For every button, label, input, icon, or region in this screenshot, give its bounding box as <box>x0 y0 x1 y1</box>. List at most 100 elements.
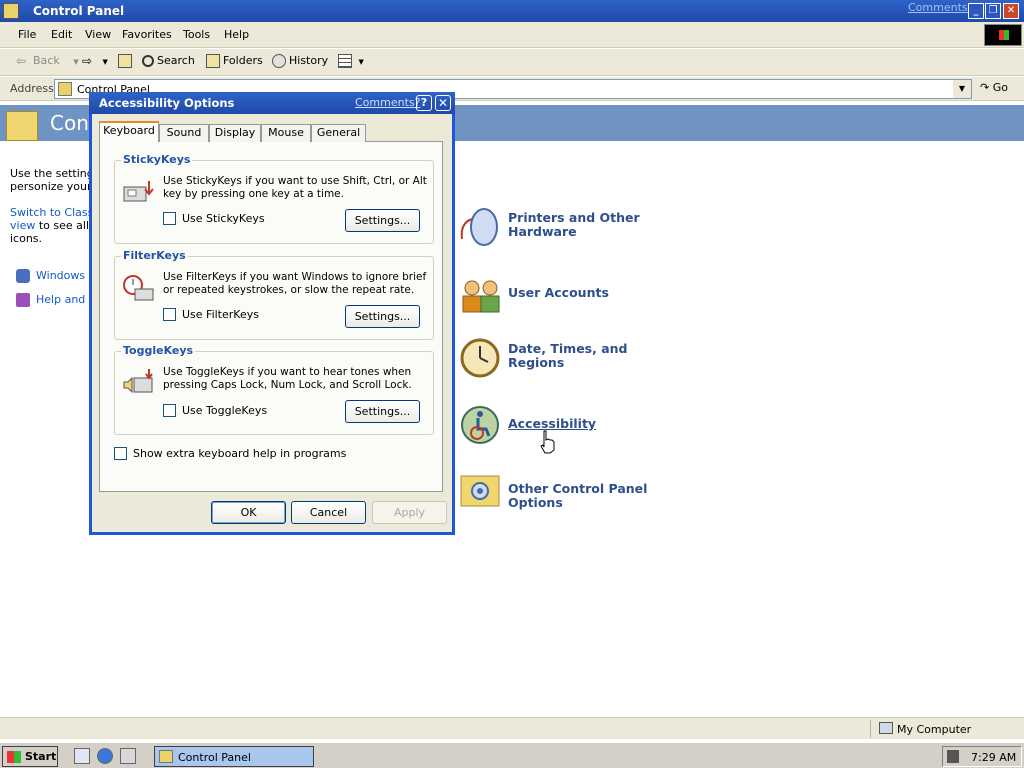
tab-keyboard[interactable]: Keyboard <box>99 121 159 142</box>
show-desktop-icon[interactable] <box>74 748 90 764</box>
control-panel-icon <box>58 82 72 96</box>
dialog-comments-link[interactable]: Comments? <box>355 96 420 109</box>
views-icon <box>338 54 352 68</box>
folders-icon <box>206 54 220 68</box>
group-title: FilterKeys <box>121 249 188 262</box>
folder-gear-icon <box>460 475 500 507</box>
checkbox-label: Use ToggleKeys <box>182 404 268 417</box>
category-label: User Accounts <box>508 285 609 300</box>
dialog-title: Accessibility Options <box>99 96 235 110</box>
chevron-down-icon: ▼ <box>73 58 79 66</box>
use-filterkeys-checkbox[interactable] <box>163 308 176 321</box>
taskbar-control-panel-button[interactable]: Control Panel <box>154 746 314 767</box>
tab-display[interactable]: Display <box>209 124 261 142</box>
help-support-link[interactable]: Help and S <box>16 293 96 307</box>
go-button[interactable]: ↷ Go <box>980 81 1008 94</box>
tab-mouse[interactable]: Mouse <box>261 124 311 142</box>
minimize-button[interactable]: _ <box>968 3 984 19</box>
dialog-close-button[interactable]: ✕ <box>435 95 451 111</box>
menu-tools[interactable]: Tools <box>183 28 210 41</box>
control-panel-icon <box>159 750 173 763</box>
menu-bar: File Edit View Favorites Tools Help <box>0 22 1024 48</box>
quick-launch-icon[interactable] <box>120 748 136 764</box>
keyboard-tab-panel: StickyKeys Use StickyKeys if you want to… <box>99 142 443 492</box>
toolbar: ⇦ Back ▼ ⇨ ▼ Search Folders History ▼ <box>0 49 1024 76</box>
clock-icon <box>460 338 500 378</box>
users-icon <box>462 280 500 313</box>
clock: 7:29 AM <box>971 751 1017 764</box>
history-label: History <box>289 54 329 67</box>
stickykeys-settings-button[interactable]: Settings... <box>345 209 420 232</box>
cancel-button[interactable]: Cancel <box>291 501 366 524</box>
system-tray: 7:29 AM <box>942 746 1022 767</box>
filterkeys-settings-button[interactable]: Settings... <box>345 305 420 328</box>
group-description: Use StickyKeys if you want to use Shift,… <box>163 175 427 200</box>
up-folder-button[interactable] <box>118 54 135 68</box>
category-label: Accessibility <box>508 416 597 431</box>
category-accessibility[interactable]: Accessibility <box>458 403 658 447</box>
windows-update-link[interactable]: Windows U <box>16 269 97 283</box>
folders-label: Folders <box>223 54 263 67</box>
internet-explorer-icon[interactable] <box>97 748 113 764</box>
dialog-help-button[interactable]: ? <box>416 95 432 111</box>
taskbar: Start Control Panel 7:29 AM <box>0 742 1024 768</box>
use-stickykeys-checkbox[interactable] <box>163 212 176 225</box>
control-panel-icon <box>6 111 38 141</box>
left-pane-text: Use the settings <box>10 167 100 180</box>
category-other-options[interactable]: Other Control Panel Options <box>458 468 658 512</box>
category-label: Other Control Panel Options <box>508 481 648 510</box>
up-folder-icon <box>118 54 132 68</box>
use-togglekeys-checkbox[interactable] <box>163 404 176 417</box>
history-button[interactable]: History <box>272 54 328 68</box>
tab-general[interactable]: General <box>311 124 366 142</box>
menu-edit[interactable]: Edit <box>51 28 72 41</box>
menu-favorites[interactable]: Favorites <box>122 28 172 41</box>
windows-logo-icon <box>7 751 21 763</box>
back-arrow-icon: ⇦ <box>16 54 27 68</box>
address-label: Address <box>10 82 54 95</box>
apply-button[interactable]: Apply <box>372 501 447 524</box>
stickykeys-group: StickyKeys Use StickyKeys if you want to… <box>114 153 434 244</box>
category-printers-hardware[interactable]: Printers and Other Hardware <box>458 205 658 249</box>
restore-button[interactable]: ❐ <box>985 3 1001 19</box>
extra-keyboard-help-checkbox[interactable] <box>114 447 127 460</box>
checkbox-label: Use FilterKeys <box>182 308 259 321</box>
control-panel-icon <box>3 3 19 19</box>
switch-classic-view-link[interactable]: view <box>10 219 35 232</box>
start-label: Start <box>25 750 57 763</box>
start-button[interactable]: Start <box>2 746 58 767</box>
group-description: Use ToggleKeys if you want to hear tones… <box>163 366 412 391</box>
back-button[interactable]: ⇦ Back ▼ <box>16 54 79 68</box>
chevron-down-icon: ▼ <box>358 58 364 66</box>
dialog-titlebar: Accessibility Options Comments? ? ✕ <box>89 92 455 114</box>
views-button[interactable]: ▼ <box>338 54 364 68</box>
menu-view[interactable]: View <box>85 28 111 41</box>
search-button[interactable]: Search <box>142 54 195 67</box>
togglekeys-icon <box>123 369 153 394</box>
volume-icon[interactable] <box>947 750 959 763</box>
category-label: Printers and Other Hardware <box>508 210 640 239</box>
search-label: Search <box>157 54 195 67</box>
accessibility-options-dialog: Accessibility Options Comments? ? ✕ Keyb… <box>89 92 455 535</box>
close-button[interactable]: ✕ <box>1003 3 1019 19</box>
status-zone: My Computer <box>870 720 1022 738</box>
ok-button[interactable]: OK <box>211 501 286 524</box>
address-dropdown-button[interactable]: ▼ <box>953 80 971 98</box>
go-label: Go <box>992 81 1008 94</box>
category-date-time-regions[interactable]: Date, Times, and Regions <box>458 336 658 380</box>
left-pane-text: view to see all it <box>10 219 100 232</box>
menu-help[interactable]: Help <box>224 28 249 41</box>
checkbox-label: Show extra keyboard help in programs <box>133 447 347 460</box>
togglekeys-settings-button[interactable]: Settings... <box>345 400 420 423</box>
comments-link[interactable]: Comments? <box>908 1 973 14</box>
menu-file[interactable]: File <box>18 28 36 41</box>
left-pane-text: personize your <box>10 180 92 193</box>
history-icon <box>272 54 286 68</box>
folders-button[interactable]: Folders <box>206 54 263 68</box>
back-label: Back <box>33 54 60 67</box>
forward-button[interactable]: ⇨ ▼ <box>82 54 108 68</box>
filterkeys-group: FilterKeys Use FilterKeys if you want Wi… <box>114 249 434 340</box>
category-user-accounts[interactable]: User Accounts <box>458 276 658 320</box>
tab-sound[interactable]: Sound <box>159 124 209 142</box>
help-book-icon <box>16 293 30 307</box>
